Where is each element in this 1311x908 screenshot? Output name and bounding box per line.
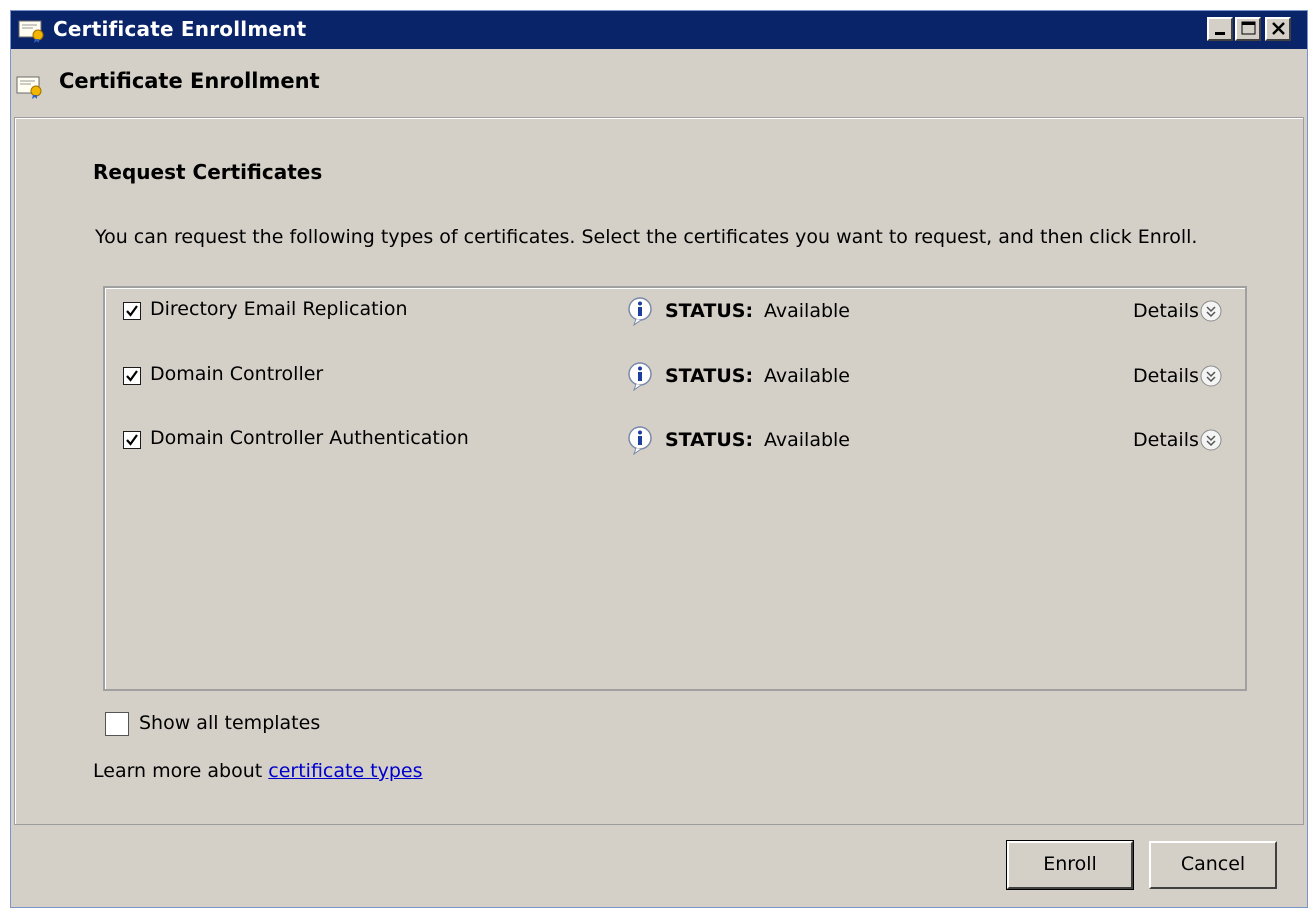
maximize-icon <box>1241 21 1256 35</box>
show-all-templates-checkbox[interactable] <box>105 712 129 736</box>
info-icon <box>626 296 656 327</box>
certificate-icon <box>17 17 47 43</box>
learn-more-prefix: Learn more about <box>93 760 269 782</box>
info-icon <box>626 425 656 456</box>
status-value: Available <box>764 429 851 451</box>
status-label: STATUS: <box>665 300 754 322</box>
certificate-name: Domain Controller Authentication <box>150 427 469 449</box>
minimize-button[interactable] <box>1207 17 1233 41</box>
checkmark-icon <box>126 370 138 382</box>
status-label: STATUS: <box>665 429 754 451</box>
certificate-row[interactable]: Domain Controller STATUS: Available Deta… <box>105 361 1245 395</box>
enroll-button[interactable]: Enroll <box>1006 840 1134 890</box>
cancel-button[interactable]: Cancel <box>1149 841 1277 889</box>
window-title: Certificate Enrollment <box>53 17 307 41</box>
certificate-row[interactable]: Domain Controller Authentication STATUS:… <box>105 425 1245 459</box>
learn-more: Learn more about certificate types <box>93 760 423 782</box>
details-link[interactable]: Details <box>1133 300 1199 322</box>
certificate-row[interactable]: Directory Email Replication STATUS: Avai… <box>105 296 1245 330</box>
show-all-templates-label: Show all templates <box>139 712 321 734</box>
certificate-name: Directory Email Replication <box>150 298 408 320</box>
title-bar[interactable]: Certificate Enrollment <box>11 11 1307 49</box>
info-icon <box>626 361 656 392</box>
section-title: Request Certificates <box>93 160 323 184</box>
status-value: Available <box>764 300 851 322</box>
chevron-down-icon[interactable] <box>1198 427 1224 453</box>
certificate-types-link[interactable]: certificate types <box>268 760 422 782</box>
close-icon <box>1272 22 1285 35</box>
status-label: STATUS: <box>665 365 754 387</box>
certificate-icon <box>15 73 45 99</box>
minimize-icon <box>1215 32 1225 35</box>
maximize-button[interactable] <box>1235 17 1261 41</box>
certificate-checkbox[interactable] <box>123 367 141 385</box>
instructions-text: You can request the following types of c… <box>95 226 1198 248</box>
show-all-templates[interactable]: Show all templates <box>105 710 405 740</box>
wizard-header: Certificate Enrollment <box>11 49 1307 117</box>
chevron-down-icon[interactable] <box>1198 298 1224 324</box>
certificate-list: Directory Email Replication STATUS: Avai… <box>103 286 1247 691</box>
status-value: Available <box>764 365 851 387</box>
details-link[interactable]: Details <box>1133 429 1199 451</box>
checkmark-icon <box>126 434 138 446</box>
certificate-checkbox[interactable] <box>123 431 141 449</box>
checkmark-icon <box>126 305 138 317</box>
details-link[interactable]: Details <box>1133 365 1199 387</box>
content-panel: Request Certificates You can request the… <box>14 117 1304 825</box>
close-button[interactable] <box>1265 17 1291 41</box>
certificate-name: Domain Controller <box>150 363 324 385</box>
header-title: Certificate Enrollment <box>59 69 320 93</box>
chevron-down-icon[interactable] <box>1198 363 1224 389</box>
certificate-checkbox[interactable] <box>123 302 141 320</box>
certificate-enrollment-window: Certificate Enrollment Certificate Enrol… <box>10 10 1308 908</box>
